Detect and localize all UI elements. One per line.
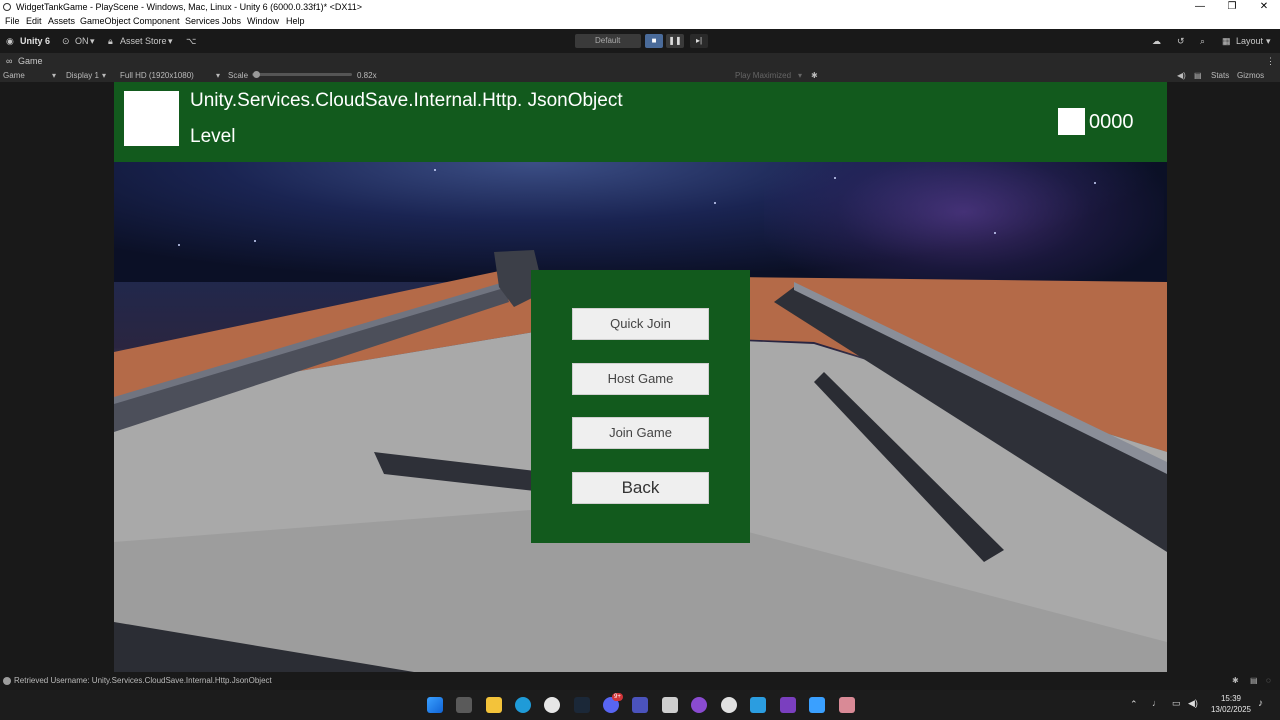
asset-store-button[interactable]: Asset Store bbox=[120, 34, 167, 48]
notepad-icon[interactable] bbox=[809, 697, 825, 713]
unity-editor-icon[interactable] bbox=[839, 697, 855, 713]
edge-icon[interactable] bbox=[515, 697, 531, 713]
bug-icon[interactable]: ✱ bbox=[811, 69, 818, 82]
chevron-down-icon[interactable]: ▾ bbox=[90, 34, 95, 48]
unity-account-label[interactable]: Unity 6 bbox=[20, 34, 50, 48]
menu-file[interactable]: File bbox=[5, 14, 20, 29]
unity-account-icon[interactable]: ◉ bbox=[6, 34, 14, 48]
version-control-icon[interactable]: ⌥ bbox=[186, 34, 196, 48]
chevron-down-icon[interactable]: ▾ bbox=[102, 69, 106, 82]
visual-studio-icon[interactable] bbox=[780, 697, 796, 713]
audio-mute-icon[interactable]: ◀) bbox=[1177, 69, 1186, 82]
menu-help[interactable]: Help bbox=[286, 14, 305, 29]
app-icon[interactable] bbox=[544, 697, 560, 713]
app-icon[interactable] bbox=[750, 697, 766, 713]
game-view-dropdown[interactable]: Game bbox=[3, 69, 25, 82]
app-icon[interactable] bbox=[691, 697, 707, 713]
player-avatar bbox=[124, 91, 179, 146]
lock-icon: 🔒︎ bbox=[108, 36, 113, 46]
layout-dropdown[interactable]: Layout bbox=[1236, 34, 1263, 48]
display-dropdown[interactable]: Display 1 bbox=[66, 69, 99, 82]
status-bar: Retrieved Username: Unity.Services.Cloud… bbox=[0, 672, 1280, 690]
history-icon[interactable]: ↺ bbox=[1177, 34, 1185, 48]
score-counter: 0000 bbox=[1089, 111, 1134, 133]
window-title: WidgetTankGame - PlayScene - Windows, Ma… bbox=[16, 2, 362, 12]
more-options-icon[interactable]: ⋮ bbox=[1266, 55, 1275, 67]
notification-bell-icon[interactable]: ♪ bbox=[1258, 698, 1263, 709]
game-tab-strip: ∞ Game ⋮ bbox=[0, 53, 1280, 69]
window-title-bar: WidgetTankGame - PlayScene - Windows, Ma… bbox=[0, 0, 1280, 14]
scale-slider[interactable] bbox=[252, 73, 352, 76]
progress-icon[interactable]: ◌ bbox=[1266, 672, 1271, 690]
clock-date: 13/02/2025 bbox=[1210, 705, 1252, 714]
chevron-up-icon[interactable]: ⌃ bbox=[1130, 699, 1138, 710]
player-name: Unity.Services.CloudSave.Internal.Http. … bbox=[190, 90, 623, 111]
close-button[interactable]: ✕ bbox=[1248, 0, 1280, 14]
windows-taskbar: 9+ ⌃ ♩ ▭ ◀) 15:39 13/02/2025 ♪ bbox=[0, 690, 1280, 720]
steam-icon[interactable] bbox=[574, 697, 590, 713]
back-button[interactable]: Back bbox=[572, 472, 709, 504]
menu-component[interactable]: Component bbox=[133, 14, 180, 29]
teams-icon[interactable] bbox=[632, 697, 648, 713]
multiplayer-menu-panel: Quick Join Host Game Join Game Back bbox=[531, 270, 750, 543]
coin-icon bbox=[1058, 108, 1085, 135]
chatgpt-icon[interactable] bbox=[721, 697, 737, 713]
file-explorer-icon[interactable] bbox=[486, 697, 502, 713]
main-toolbar: ◉ Unity 6 ⊙ ON ▾ 🔒︎ Asset Store ▾ ⌥ Defa… bbox=[0, 29, 1280, 53]
step-button[interactable]: ▸| bbox=[690, 34, 708, 48]
cloud-on-icon[interactable]: ⊙ bbox=[62, 34, 70, 48]
menu-assets[interactable]: Assets bbox=[48, 14, 75, 29]
menu-window[interactable]: Window bbox=[247, 14, 279, 29]
stop-button[interactable]: ■ bbox=[645, 34, 663, 48]
menu-services[interactable]: Services bbox=[185, 14, 220, 29]
chevron-down-icon[interactable]: ▾ bbox=[1266, 34, 1271, 48]
scale-slider-handle[interactable] bbox=[253, 71, 260, 78]
tab-game[interactable]: Game bbox=[18, 55, 43, 67]
start-icon[interactable] bbox=[427, 697, 443, 713]
volume-icon[interactable]: ◀) bbox=[1188, 698, 1198, 709]
menu-bar: File Edit Assets GameObject Component Se… bbox=[0, 14, 1280, 29]
join-game-button[interactable]: Join Game bbox=[572, 417, 709, 449]
task-view-icon[interactable] bbox=[456, 697, 472, 713]
network-icon[interactable]: ▭ bbox=[1172, 698, 1181, 709]
lighting-icon[interactable]: ▤ bbox=[1250, 672, 1258, 690]
cloud-icon[interactable]: ☁ bbox=[1152, 34, 1161, 48]
chevron-down-icon[interactable]: ▾ bbox=[216, 69, 220, 82]
clock-time: 15:39 bbox=[1220, 694, 1242, 703]
unity-hub-icon[interactable] bbox=[662, 697, 678, 713]
debug-icon[interactable]: ✱ bbox=[1232, 672, 1239, 690]
chevron-down-icon[interactable]: ▾ bbox=[168, 34, 173, 48]
scale-value: 0.82x bbox=[357, 71, 377, 80]
pause-button[interactable]: ❚❚ bbox=[666, 34, 684, 48]
on-toggle[interactable]: ON bbox=[75, 34, 89, 48]
microphone-icon[interactable]: ♩ bbox=[1152, 698, 1161, 708]
stats-icon[interactable]: ▤ bbox=[1194, 69, 1202, 82]
layout-icon[interactable]: ▦ bbox=[1222, 34, 1231, 48]
search-icon[interactable]: ⌕ bbox=[1200, 34, 1205, 48]
unity-logo-icon bbox=[3, 3, 11, 11]
menu-gameobject[interactable]: GameObject bbox=[80, 14, 131, 29]
game-controller-icon: ∞ bbox=[6, 56, 13, 66]
quick-join-button[interactable]: Quick Join bbox=[572, 308, 709, 340]
player-hud: Unity.Services.CloudSave.Internal.Http. … bbox=[114, 82, 1167, 162]
info-icon bbox=[3, 677, 11, 685]
game-view-controls: Game ▾ Display 1 ▾ Full HD (1920x1080) ▾… bbox=[0, 69, 1280, 82]
host-game-button[interactable]: Host Game bbox=[572, 363, 709, 395]
console-message[interactable]: Retrieved Username: Unity.Services.Cloud… bbox=[14, 672, 272, 690]
default-dropdown[interactable]: Default bbox=[575, 34, 641, 48]
minimize-button[interactable]: — bbox=[1184, 0, 1216, 14]
maximize-button[interactable]: ❐ bbox=[1216, 0, 1248, 14]
chevron-down-icon[interactable]: ▾ bbox=[798, 69, 802, 82]
notification-badge: 9+ bbox=[612, 693, 623, 701]
chevron-down-icon[interactable]: ▾ bbox=[52, 69, 56, 82]
stats-button[interactable]: Stats bbox=[1211, 69, 1229, 82]
menu-jobs[interactable]: Jobs bbox=[222, 14, 241, 29]
resolution-dropdown[interactable]: Full HD (1920x1080) bbox=[120, 69, 194, 82]
menu-edit[interactable]: Edit bbox=[26, 14, 42, 29]
player-level-label: Level bbox=[190, 126, 236, 147]
system-clock[interactable]: 15:39 13/02/2025 bbox=[1204, 693, 1258, 715]
play-maximized-dropdown[interactable]: Play Maximized bbox=[735, 69, 791, 82]
gizmos-button[interactable]: Gizmos bbox=[1237, 69, 1264, 82]
scale-label: Scale bbox=[228, 71, 249, 80]
